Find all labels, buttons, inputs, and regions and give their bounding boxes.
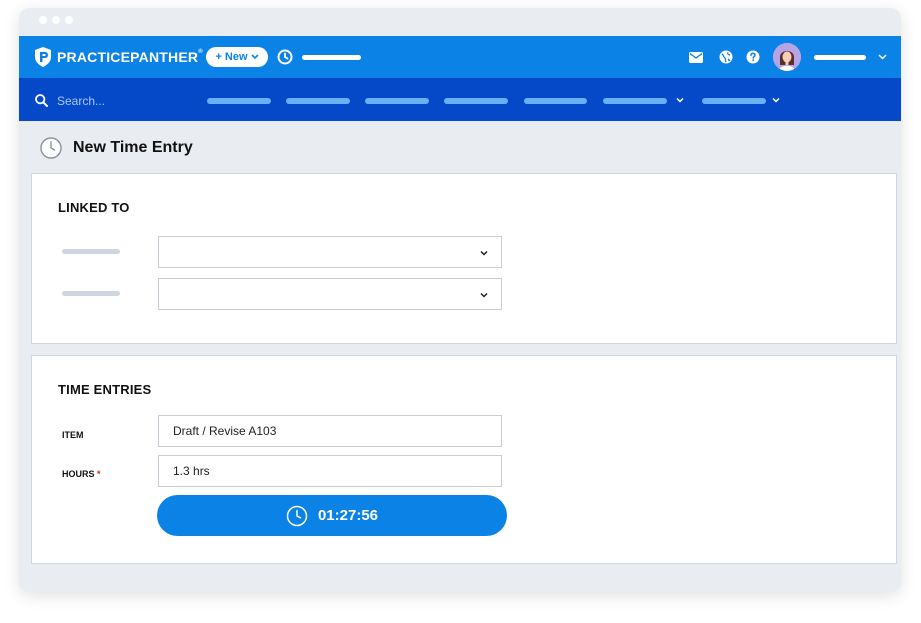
page-title: New Time Entry bbox=[73, 139, 193, 156]
item-field[interactable]: Draft / Revise A103 bbox=[158, 415, 502, 447]
window-dot bbox=[52, 16, 60, 24]
chevron-down-icon[interactable] bbox=[771, 95, 781, 105]
timer-button[interactable]: 01:27:56 bbox=[157, 495, 507, 536]
chevron-down-icon bbox=[480, 250, 488, 256]
avatar-image bbox=[773, 43, 801, 71]
hours-value: 1.3 hrs bbox=[173, 464, 210, 478]
nav-item-dropdown[interactable] bbox=[603, 98, 667, 104]
window-dot bbox=[39, 16, 47, 24]
item-label: ITEM bbox=[62, 430, 84, 440]
chevron-down-icon[interactable] bbox=[878, 54, 887, 60]
section-title: LINKED TO bbox=[58, 200, 130, 215]
top-bar: PRACTICEPANTHER® + New bbox=[19, 36, 901, 78]
window-titlebar bbox=[19, 8, 901, 36]
chevron-down-icon[interactable] bbox=[675, 95, 685, 105]
panther-logo-icon bbox=[35, 47, 51, 67]
field-label-placeholder bbox=[62, 249, 120, 254]
brand-name: PRACTICEPANTHER® bbox=[57, 49, 203, 65]
timer-value: 01:27:56 bbox=[317, 507, 379, 524]
timer-text-placeholder bbox=[302, 55, 361, 60]
time-entries-card: TIME ENTRIES ITEM Draft / Revise A103 HO… bbox=[31, 355, 897, 564]
chevron-down-icon bbox=[480, 292, 488, 298]
nav-bar bbox=[19, 78, 901, 121]
clock-icon bbox=[286, 505, 308, 526]
search-input[interactable] bbox=[55, 90, 209, 112]
chevron-down-icon bbox=[250, 54, 259, 60]
linked-to-select-1[interactable] bbox=[158, 236, 502, 268]
user-avatar[interactable] bbox=[773, 43, 801, 71]
timer-clock-icon[interactable] bbox=[277, 49, 293, 65]
search-icon bbox=[35, 94, 48, 107]
nav-item[interactable] bbox=[444, 98, 508, 104]
field-label-placeholder bbox=[62, 291, 120, 296]
brand-logo[interactable]: PRACTICEPANTHER® bbox=[33, 45, 203, 69]
window-dot bbox=[65, 16, 73, 24]
username-placeholder[interactable] bbox=[814, 55, 866, 60]
nav-item[interactable] bbox=[365, 98, 429, 104]
help-icon[interactable] bbox=[746, 50, 760, 64]
globe-icon[interactable] bbox=[719, 50, 733, 64]
app-window: PRACTICEPANTHER® + New Search... New Tim… bbox=[19, 8, 901, 592]
new-button-label: + New bbox=[215, 51, 248, 63]
new-button[interactable]: + New bbox=[206, 47, 268, 67]
hours-field[interactable]: 1.3 hrs bbox=[158, 455, 502, 487]
nav-item[interactable] bbox=[524, 98, 587, 104]
required-marker: * bbox=[97, 469, 101, 479]
nav-item-dropdown[interactable] bbox=[702, 98, 766, 104]
nav-item[interactable] bbox=[207, 98, 271, 104]
nav-item[interactable] bbox=[286, 98, 350, 104]
clock-icon bbox=[40, 137, 62, 159]
section-title: TIME ENTRIES bbox=[58, 382, 152, 397]
hours-label: HOURS * bbox=[62, 469, 101, 479]
page-header: New Time Entry bbox=[39, 136, 193, 160]
mail-icon[interactable] bbox=[689, 52, 703, 63]
linked-to-card: LINKED TO bbox=[31, 173, 897, 344]
item-value: Draft / Revise A103 bbox=[173, 424, 277, 438]
linked-to-select-2[interactable] bbox=[158, 278, 502, 310]
